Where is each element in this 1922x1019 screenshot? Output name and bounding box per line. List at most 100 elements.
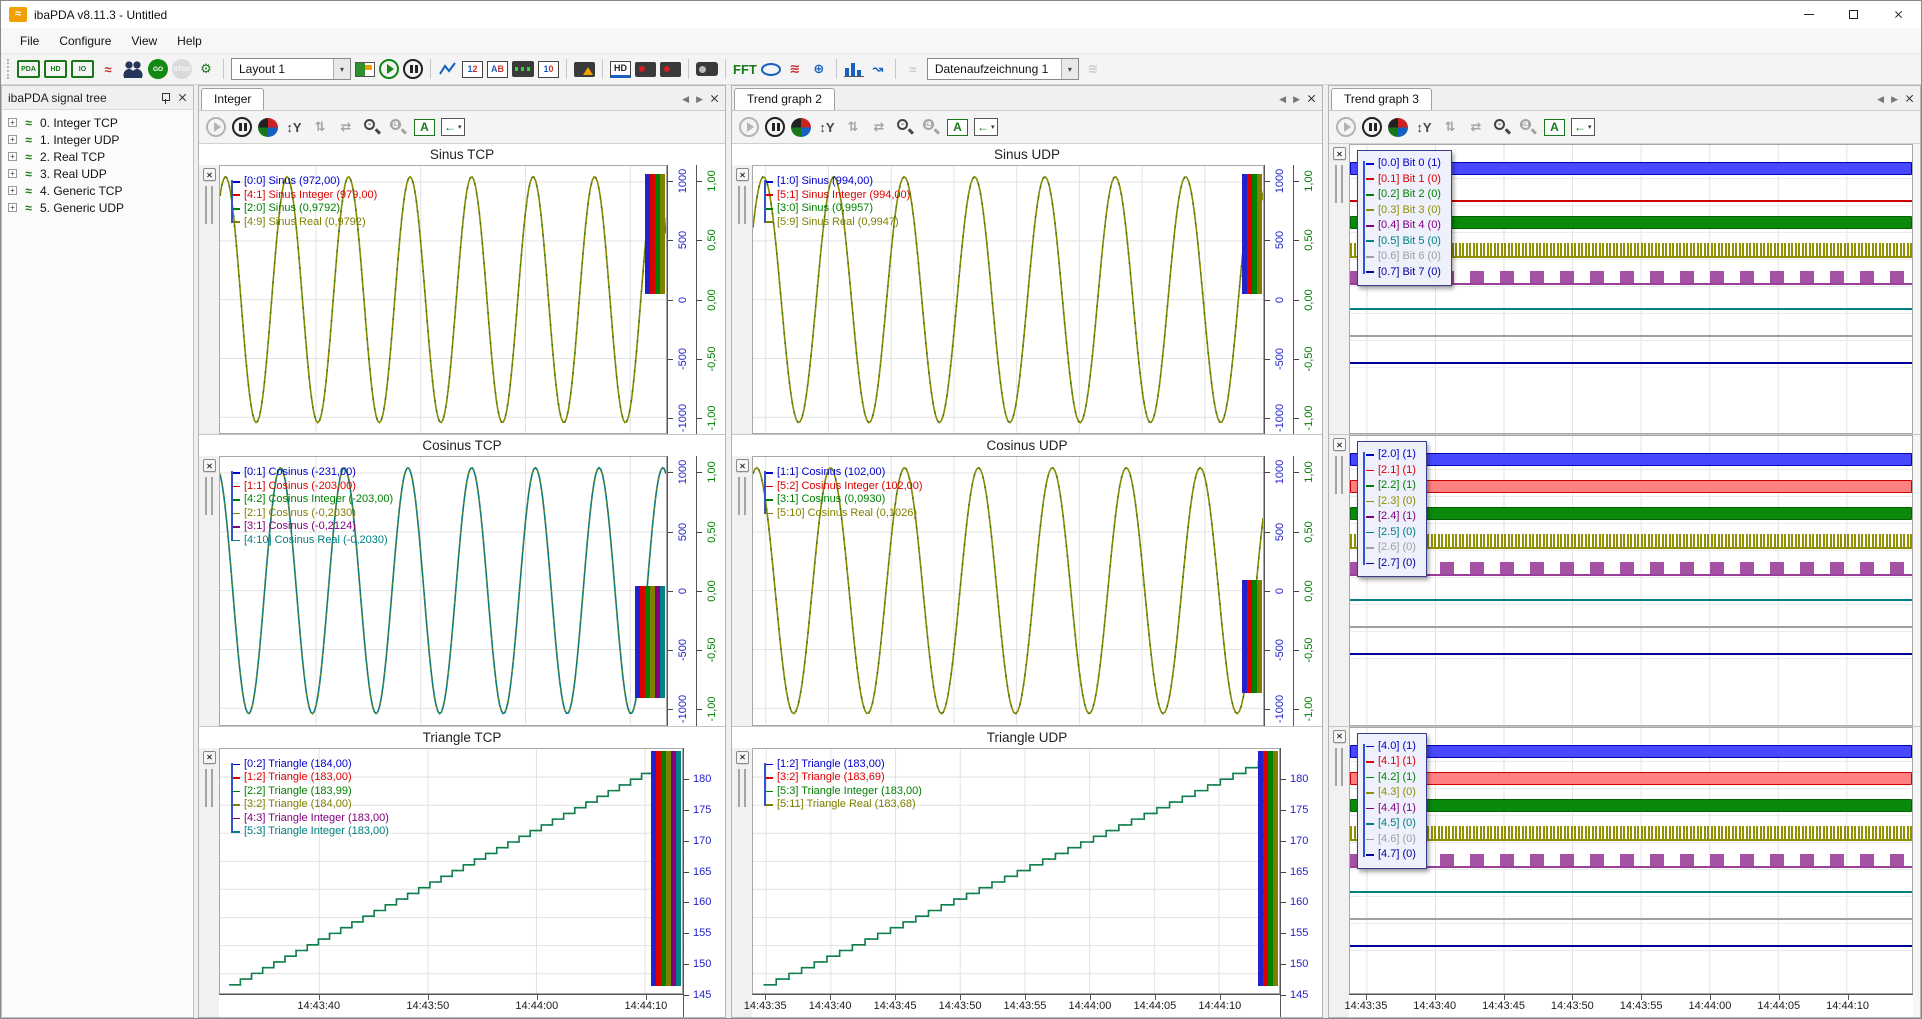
autoscale-button[interactable]: A [947, 119, 968, 136]
tree-expander-icon[interactable]: + [8, 203, 17, 212]
hd-event-view-icon[interactable] [660, 62, 681, 77]
menu-file[interactable]: File [11, 31, 48, 51]
hd-data-view-icon[interactable] [635, 62, 656, 77]
settings-gears-icon[interactable]: ⚙ [196, 58, 216, 80]
y-axis-scale-icon[interactable]: ↕Y [284, 116, 304, 138]
menu-help[interactable]: Help [168, 31, 211, 51]
menu-configure[interactable]: Configure [50, 31, 120, 51]
signal-color-wheel-icon[interactable] [791, 118, 811, 137]
tab-close-icon[interactable] [1905, 94, 1914, 105]
hd-system-icon[interactable]: HD [44, 60, 67, 78]
chart-pause-button[interactable] [765, 117, 785, 137]
chart-close-button[interactable] [203, 459, 216, 472]
tab-close-icon[interactable] [710, 94, 719, 105]
chart-pause-handle[interactable] [1335, 748, 1343, 786]
autoscale-button[interactable]: A [1544, 119, 1565, 136]
close-button[interactable] [1876, 1, 1921, 28]
signal-manager-icon[interactable]: ≈ [98, 58, 118, 80]
chart-close-button[interactable] [1333, 730, 1346, 743]
polar-view-icon[interactable]: ⊕ [809, 58, 829, 80]
fft-view-icon[interactable]: FFT [733, 58, 757, 80]
chart-close-button[interactable] [1333, 147, 1346, 160]
zoom-out-icon[interactable]: − [895, 117, 915, 137]
chart-close-button[interactable] [736, 459, 749, 472]
tree-expander-icon[interactable]: + [8, 118, 17, 127]
signal-color-wheel-icon[interactable] [1388, 118, 1408, 137]
menu-view[interactable]: View [122, 31, 166, 51]
y-axis-scale-icon[interactable]: ↕Y [1414, 116, 1434, 138]
tab-scroll-right-icon[interactable]: ▶ [696, 94, 703, 105]
chart-close-button[interactable] [203, 751, 216, 764]
tab-scroll-left-icon[interactable]: ◀ [1877, 94, 1884, 105]
signal-tree-item-4-generic-tcp[interactable]: +≈4. Generic TCP [4, 182, 191, 199]
chart-pause-handle[interactable] [205, 477, 213, 515]
chart-pause-handle[interactable] [205, 186, 213, 224]
signal-tree-item-3-real-udp[interactable]: +≈3. Real UDP [4, 165, 191, 182]
y-axis-scale-icon[interactable]: ↕Y [817, 116, 837, 138]
tab-scroll-right-icon[interactable]: ▶ [1293, 94, 1300, 105]
back-button[interactable]: ←▾ [441, 118, 465, 136]
tab-trend-graph-3[interactable]: Trend graph 3 [1331, 88, 1432, 110]
tab-close-icon[interactable] [1307, 94, 1316, 105]
tab-scroll-right-icon[interactable]: ▶ [1891, 94, 1898, 105]
chart-close-button[interactable] [203, 168, 216, 181]
hd-trend-graph-icon[interactable]: HD [610, 61, 631, 78]
maximize-button[interactable] [1831, 1, 1876, 28]
tree-expander-icon[interactable]: + [8, 186, 17, 195]
add-digital-display-icon[interactable]: 10 [538, 61, 559, 78]
add-oscilloscope-icon[interactable] [512, 61, 534, 77]
chart-legend: [0:2] Triangle (184,00)[1:2] Triangle (1… [240, 758, 389, 839]
data-recording-select[interactable]: Datenaufzeichnung 1▾ [927, 58, 1079, 80]
add-trend-graph-icon[interactable] [438, 58, 458, 80]
pin-icon[interactable] [161, 92, 170, 104]
chart-close-button[interactable] [1333, 438, 1346, 451]
scatter-view-icon[interactable]: ≋ [785, 58, 805, 80]
tab-scroll-left-icon[interactable]: ◀ [682, 94, 689, 105]
chart-pause-button[interactable] [1362, 117, 1382, 137]
tab-integer[interactable]: Integer [201, 88, 264, 110]
histogram-view-icon[interactable] [844, 62, 864, 77]
chart-pause-handle[interactable] [1335, 456, 1343, 494]
dropdown-arrow-icon[interactable]: ▾ [1061, 59, 1078, 79]
layout-select[interactable]: Layout 1▾ [231, 58, 351, 80]
back-button[interactable]: ←▾ [1571, 118, 1595, 136]
chart-close-button[interactable] [736, 168, 749, 181]
add-camera-view-icon[interactable] [574, 62, 595, 77]
add-text-display-icon[interactable]: AB [487, 61, 508, 78]
tab-scroll-left-icon[interactable]: ◀ [1279, 94, 1286, 105]
vector-view-icon[interactable]: ↝ [868, 58, 888, 80]
camcorder-icon[interactable] [696, 62, 718, 76]
tab-trend-graph-2[interactable]: Trend graph 2 [734, 88, 835, 110]
add-numeric-display-icon[interactable]: 12 [462, 61, 483, 78]
signal-tree-item-0-integer-tcp[interactable]: +≈0. Integer TCP [4, 114, 191, 131]
chart-pause-handle[interactable] [738, 769, 746, 807]
chart-pause-handle[interactable] [738, 186, 746, 224]
minimize-button[interactable] [1786, 1, 1831, 28]
signal-tree-item-5-generic-udp[interactable]: +≈5. Generic UDP [4, 199, 191, 216]
chart-pause-handle[interactable] [1335, 165, 1343, 203]
orbit-view-icon[interactable] [761, 63, 781, 76]
signal-color-wheel-icon[interactable] [258, 118, 278, 137]
pda-system-icon[interactable]: PDA [17, 60, 40, 78]
user-manager-icon[interactable] [122, 60, 144, 78]
layout-manager-icon[interactable] [355, 62, 375, 77]
go-button[interactable]: GO [148, 59, 168, 79]
dropdown-arrow-icon[interactable]: ▾ [333, 59, 350, 79]
chart-pause-button[interactable] [232, 117, 252, 137]
zoom-out-icon[interactable]: − [362, 117, 382, 137]
signal-tree-item-2-real-tcp[interactable]: +≈2. Real TCP [4, 148, 191, 165]
zoom-out-icon[interactable]: − [1492, 117, 1512, 137]
autoscale-button[interactable]: A [414, 119, 435, 136]
sidebar-close-icon[interactable] [178, 93, 187, 102]
chart-pause-handle[interactable] [738, 477, 746, 515]
tree-expander-icon[interactable]: + [8, 135, 17, 144]
tree-expander-icon[interactable]: + [8, 169, 17, 178]
pause-displays-button[interactable] [403, 59, 423, 79]
chart-close-button[interactable] [736, 751, 749, 764]
signal-tree-item-1-integer-udp[interactable]: +≈1. Integer UDP [4, 131, 191, 148]
back-button[interactable]: ←▾ [974, 118, 998, 136]
start-displays-button[interactable] [379, 59, 399, 79]
chart-pause-handle[interactable] [205, 769, 213, 807]
io-manager-icon[interactable]: IO [71, 60, 94, 78]
tree-expander-icon[interactable]: + [8, 152, 17, 161]
